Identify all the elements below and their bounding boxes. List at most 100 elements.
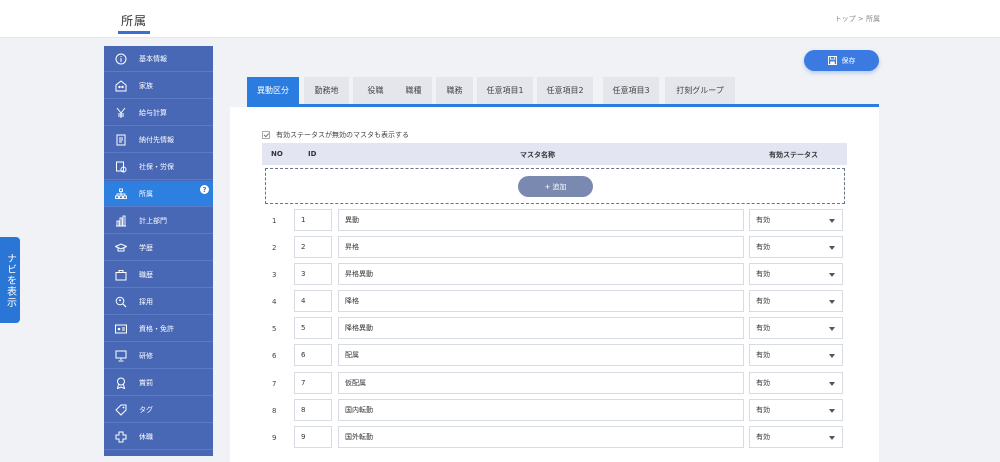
row-number: 2 [272, 244, 277, 252]
sidebar-item-education[interactable]: 学歴 [104, 235, 213, 261]
sidebar-item-qualifications[interactable]: 資格・免許 [104, 316, 213, 342]
sidebar-item-label: 職歴 [139, 270, 153, 279]
name-field[interactable]: 国内転勤 [338, 399, 744, 421]
sidebar-item-label: 休職 [139, 432, 153, 441]
row-number: 7 [272, 380, 277, 388]
sidebar-item-label: 計上部門 [139, 216, 167, 225]
tab-custom-2[interactable]: 任意項目2 [537, 77, 593, 104]
status-select[interactable]: 有効 [749, 209, 843, 231]
id-field[interactable]: 5 [294, 317, 332, 339]
id-field[interactable]: 7 [294, 372, 332, 394]
id-field[interactable]: 4 [294, 290, 332, 312]
row-number: 6 [272, 352, 277, 360]
show-inactive-toggle[interactable]: 有効ステータスが無効のマスタも表示する [262, 130, 409, 140]
status-select[interactable]: 有効 [749, 344, 843, 366]
show-nav-label: ナビを表示 [4, 252, 16, 308]
row-number: 9 [272, 434, 277, 442]
status-value: 有効 [756, 270, 770, 278]
tab-underline [247, 104, 879, 107]
tab-custom-3[interactable]: 任意項目3 [603, 77, 659, 104]
chevron-down-icon [829, 436, 835, 440]
name-field[interactable]: 降格 [338, 290, 744, 312]
status-select[interactable]: 有効 [749, 399, 843, 421]
sidebar-item-affiliation[interactable]: 所属 ? [104, 181, 213, 207]
sidebar-item-work-history[interactable]: 職歴 [104, 262, 213, 288]
sidebar-item-insurance[interactable]: 社保・労保 [104, 154, 213, 180]
tab-duty[interactable]: 職務 [436, 77, 473, 104]
sidebar-item-training[interactable]: 研修 [104, 343, 213, 369]
sidebar-item-rewards[interactable]: 賞罰 [104, 370, 213, 396]
cross-icon [115, 431, 127, 443]
save-button[interactable]: 保存 [804, 50, 879, 71]
name-field[interactable]: 異動 [338, 209, 744, 231]
save-icon [827, 56, 837, 65]
sidebar-item-tags[interactable]: タグ [104, 397, 213, 423]
row-number: 5 [272, 325, 277, 333]
status-select[interactable]: 有効 [749, 263, 843, 285]
chevron-down-icon [829, 273, 835, 277]
status-value: 有効 [756, 243, 770, 251]
tab-clock-group[interactable]: 打刻グループ [665, 77, 735, 104]
bar-chart-icon [115, 215, 127, 227]
table-header: NO ID マスタ名称 有効ステータス [262, 143, 847, 165]
tab-work-location[interactable]: 勤務地 [304, 77, 349, 104]
sidebar-item-basic-info[interactable]: 基本情報 [104, 46, 213, 72]
tag-icon [115, 404, 127, 416]
sidebar: 基本情報 家族 給与計算 納付先情報 社保・労保 所属 ? 計上部門 学歴 職歴… [104, 46, 213, 456]
show-inactive-checkbox[interactable] [262, 131, 270, 139]
name-field[interactable]: 昇格異動 [338, 263, 744, 285]
id-field[interactable]: 1 [294, 209, 332, 231]
name-field[interactable]: 降格異動 [338, 317, 744, 339]
status-select[interactable]: 有効 [749, 372, 843, 394]
tab-custom-1[interactable]: 任意項目1 [477, 77, 533, 104]
chevron-down-icon [829, 219, 835, 223]
chevron-down-icon [829, 354, 835, 358]
sidebar-item-payroll[interactable]: 給与計算 [104, 100, 213, 126]
table-row: 7 7 仮配属 有効 [262, 372, 847, 396]
name-field[interactable]: 仮配属 [338, 372, 744, 394]
status-select[interactable]: 有効 [749, 290, 843, 312]
name-field[interactable]: 昇格 [338, 236, 744, 258]
sidebar-item-leave[interactable]: 休職 [104, 424, 213, 450]
table-row: 1 1 異動 有効 [262, 209, 847, 233]
column-header-name: マスタ名称 [520, 151, 555, 159]
status-value: 有効 [756, 351, 770, 359]
chevron-down-icon [829, 300, 835, 304]
id-field[interactable]: 3 [294, 263, 332, 285]
sidebar-item-family[interactable]: 家族 [104, 73, 213, 99]
sidebar-item-payment-destination[interactable]: 納付先情報 [104, 127, 213, 153]
page-title-underline [118, 31, 150, 34]
chevron-down-icon [829, 382, 835, 386]
show-nav-toggle[interactable]: ナビを表示 [0, 237, 20, 323]
status-select[interactable]: 有効 [749, 317, 843, 339]
column-header-id: ID [308, 150, 317, 158]
name-field[interactable]: 配属 [338, 344, 744, 366]
id-field[interactable]: 2 [294, 236, 332, 258]
status-select[interactable]: 有効 [749, 426, 843, 448]
sidebar-item-cost-department[interactable]: 計上部門 [104, 208, 213, 234]
graduation-cap-icon [115, 242, 127, 254]
status-select[interactable]: 有効 [749, 236, 843, 258]
help-badge[interactable]: ? [200, 185, 209, 194]
id-card-icon [115, 323, 127, 335]
id-field[interactable]: 8 [294, 399, 332, 421]
sidebar-item-label: 基本情報 [139, 54, 167, 63]
document-icon [115, 134, 127, 146]
id-field[interactable]: 9 [294, 426, 332, 448]
breadcrumb[interactable]: トップ > 所属 [835, 14, 880, 24]
tab-job-type[interactable]: 職種 [395, 77, 432, 104]
name-field[interactable]: 国外転勤 [338, 426, 744, 448]
sidebar-item-label: 採用 [139, 297, 153, 306]
id-field[interactable]: 6 [294, 344, 332, 366]
sidebar-item-recruitment[interactable]: 採用 [104, 289, 213, 315]
sidebar-item-label: 研修 [139, 351, 153, 360]
sidebar-item-label: 給与計算 [139, 108, 167, 117]
info-icon [115, 53, 127, 65]
sidebar-item-label: 賞罰 [139, 378, 153, 387]
tab-position[interactable]: 役職 [353, 77, 398, 104]
add-button[interactable]: + 追加 [518, 176, 593, 197]
table-row: 5 5 降格異動 有効 [262, 317, 847, 341]
tab-transfer-type[interactable]: 異動区分 [247, 77, 299, 104]
row-number: 8 [272, 407, 277, 415]
sidebar-item-label: タグ [139, 405, 153, 414]
